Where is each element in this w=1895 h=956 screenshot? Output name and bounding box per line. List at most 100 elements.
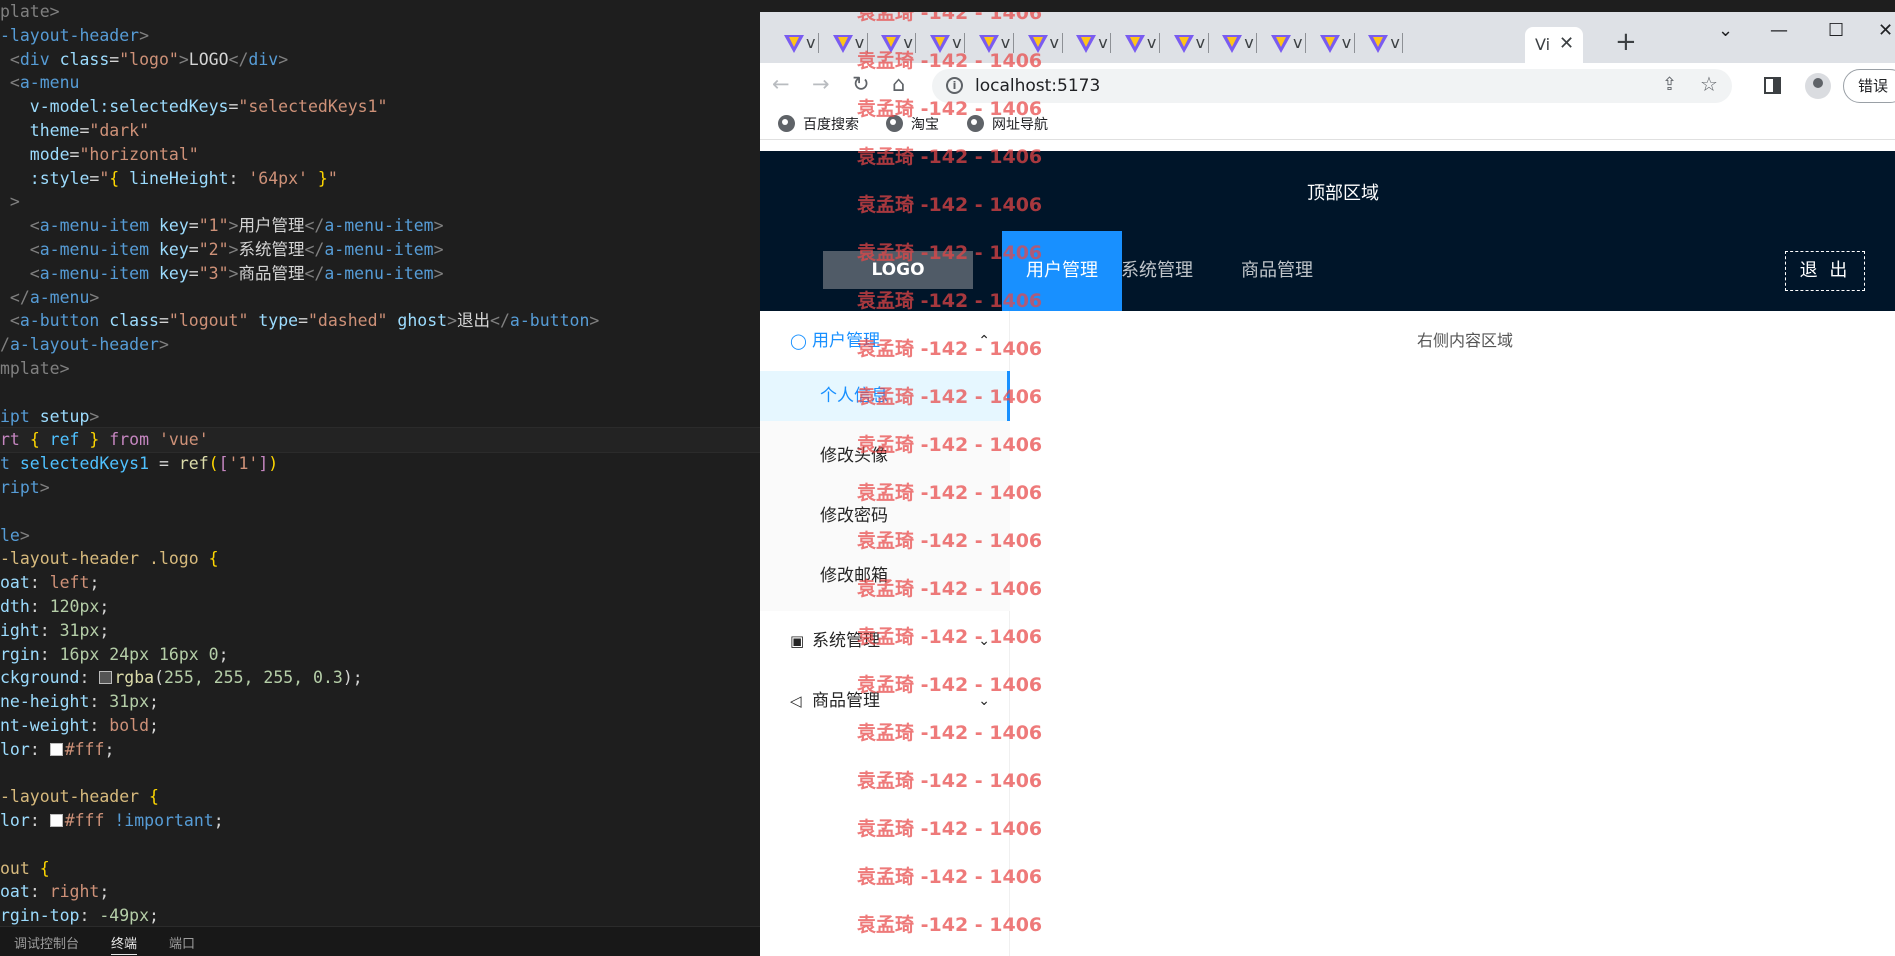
code-line[interactable]: lor: #fff; [0,738,760,762]
code-line[interactable] [0,500,760,524]
bookmark-baidu[interactable]: 百度搜索 [778,114,859,134]
menu-item-product-management[interactable]: 商品管理 [1217,231,1337,311]
code-token: :style [0,168,90,188]
code-line[interactable]: ript> [0,476,760,500]
panel-tab-ports[interactable]: 端口 [169,933,195,952]
url-text[interactable]: localhost:5173 [975,76,1100,96]
tab-search-icon[interactable]: ⌄ [1718,20,1733,41]
code-line[interactable]: :style="{ lineHeight: '64px' }" [0,167,760,191]
code-line[interactable]: <a-menu-item key="1">用户管理</a-menu-item> [0,214,760,238]
code-line[interactable]: rt { ref } from 'vue' [0,427,760,454]
code-line[interactable]: /a-layout-header> [0,333,760,357]
panel-tab-bar: 调试控制台 终端 端口 [0,926,760,956]
color-swatch [49,742,63,756]
code-line[interactable]: plate> [0,0,760,24]
minimize-button[interactable]: — [1770,20,1788,41]
browser-tab[interactable]: v [1352,27,1404,59]
forward-button[interactable]: → [812,72,830,96]
code-lines[interactable]: plate> -layout-header> <div class="logo">… [0,0,760,928]
logout-button[interactable]: 退 出 [1785,251,1865,291]
code-token: le [0,525,20,545]
code-line[interactable]: <a-menu [0,71,760,95]
code-line[interactable]: </a-menu> [0,286,760,310]
code-line[interactable]: ne-height: 31px; [0,690,760,714]
browser-tab[interactable]: v [1304,27,1355,59]
code-line[interactable]: mode="horizontal" [0,143,760,167]
code-token: : [29,811,50,831]
code-editor[interactable]: plate> -layout-header> <div class="logo">… [0,0,760,956]
menu-item-system-management[interactable]: 系统管理 [1097,231,1217,311]
tab-title: v [1293,33,1303,52]
code-line[interactable]: le> [0,524,760,548]
code-token: > [228,239,239,259]
browser-tab[interactable]: v [1060,27,1112,59]
code-token: ( [154,668,165,688]
close-window-button[interactable]: ✕ [1878,20,1893,41]
code-line[interactable]: rgin-top: -49px; [0,904,760,928]
browser-tab[interactable]: v [1109,27,1160,59]
code-token: > [589,311,600,331]
close-tab-icon[interactable]: ✕ [1559,33,1574,54]
code-line[interactable]: > [0,190,760,214]
code-line[interactable]: <a-menu-item key="3">商品管理</a-menu-item> [0,262,760,286]
watermark-text: 袁孟琦 -142 - 1406 [857,434,1043,456]
bookmark-star-icon[interactable]: ☆ [1700,72,1718,96]
code-token: ; [99,596,110,616]
code-line[interactable]: ckground: rgba(255, 255, 255, 0.3); [0,666,760,690]
watermark-text: 袁孟琦 -142 - 1406 [857,482,1043,504]
share-icon[interactable]: ⇪ [1662,74,1677,95]
side-panel-icon[interactable] [1764,77,1781,94]
code-token: #fff [64,811,105,831]
code-token: ; [149,906,159,926]
home-button[interactable]: ⌂ [892,72,905,96]
code-line[interactable]: oat: left; [0,571,760,595]
code-line[interactable]: nt-weight: bold; [0,714,760,738]
code-line[interactable]: <a-menu-item key="2">系统管理</a-menu-item> [0,238,760,262]
code-token: ; [149,692,159,712]
code-line[interactable]: <div class="logo">LOGO</div> [0,48,760,72]
code-line[interactable]: theme="dark" [0,119,760,143]
code-line[interactable]: v-model:selectedKeys="selectedKeys1" [0,95,760,119]
code-token: : [89,692,110,712]
code-line[interactable]: t selectedKeys1 = ref(['1']) [0,452,760,476]
profile-avatar-icon[interactable] [1805,73,1831,99]
browser-tab-active[interactable]: Vi ✕ [1525,27,1583,63]
code-token: 120px [49,596,100,616]
address-bar[interactable]: i localhost:5173 ⇪ ☆ [932,69,1732,103]
vite-logo-icon [832,35,853,53]
code-line[interactable] [0,762,760,786]
code-line[interactable]: rgin: 16px 24px 16px 0; [0,643,760,667]
browser-tab[interactable]: v [1158,27,1209,59]
code-line[interactable]: <a-button class="logout" type="dashed" g… [0,309,760,333]
code-line[interactable]: -layout-header { [0,785,760,809]
code-token: > [433,263,444,283]
code-line[interactable]: out { [0,857,760,881]
browser-tab[interactable]: v [768,27,819,59]
code-token: < [0,49,20,69]
code-line[interactable]: ight: 31px; [0,619,760,643]
code-line[interactable] [0,833,760,857]
back-button[interactable]: ← [772,72,790,96]
panel-tab-terminal[interactable]: 终端 [111,933,138,955]
code-line[interactable] [0,381,760,405]
code-line[interactable]: oat: right; [0,880,760,904]
error-button[interactable]: 错误 [1843,69,1895,103]
code-line[interactable]: dth: 120px; [0,595,760,619]
code-line[interactable]: mplate> [0,357,760,381]
code-line[interactable]: ipt setup> [0,405,760,429]
reload-button[interactable]: ↻ [852,72,870,96]
code-token: { [109,168,120,188]
code-line[interactable]: -layout-header> [0,24,760,48]
browser-tab[interactable]: v [1255,27,1306,59]
code-line[interactable]: lor: #fff !important; [0,809,760,833]
code-line[interactable]: -layout-header .logo { [0,547,760,571]
tab-title: v [1049,33,1059,52]
code-token: { [29,430,40,450]
browser-tab[interactable]: v [1206,27,1258,59]
code-token: ; [149,715,159,735]
code-token: a-menu [19,73,80,93]
maximize-button[interactable]: ☐ [1828,20,1844,41]
new-tab-button[interactable]: + [1615,27,1637,57]
panel-tab-debug-console[interactable]: 调试控制台 [14,933,79,952]
site-info-icon[interactable]: i [946,77,963,94]
